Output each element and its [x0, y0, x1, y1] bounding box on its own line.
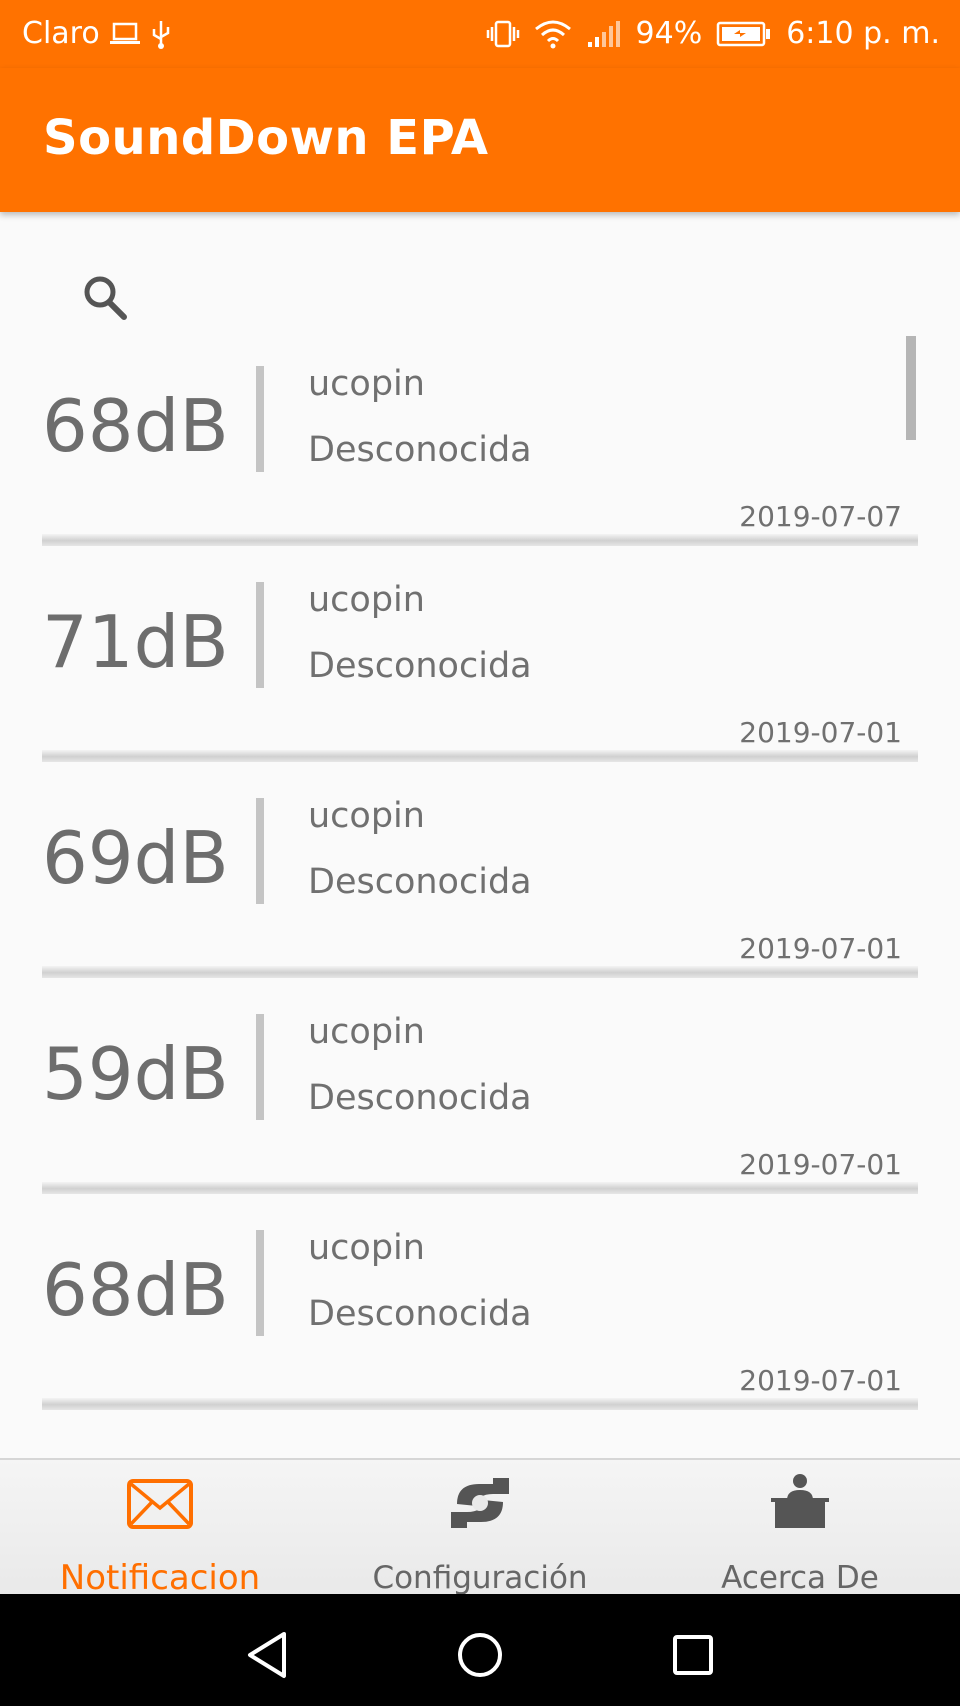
date: 2019-07-01 — [739, 1364, 902, 1397]
battery-charging-icon — [716, 21, 771, 46]
usb-icon — [152, 20, 169, 49]
list-item[interactable]: 59dB ucopin Desconocida 2019-07-01 — [42, 978, 918, 1194]
tab-acerca-de[interactable]: Acerca De — [640, 1460, 960, 1596]
search-icon — [84, 276, 127, 320]
date: 2019-07-01 — [739, 932, 902, 965]
bottom-navigation: Notificacion Configuración Acerca De — [0, 1458, 960, 1598]
list-item[interactable]: 69dB ucopin Desconocida 2019-07-01 — [42, 762, 918, 978]
divider — [256, 366, 264, 472]
divider — [256, 582, 264, 688]
search-button[interactable] — [78, 272, 134, 328]
wifi-icon — [534, 20, 571, 48]
status-bar: Claro 94% 6:10 p. m. — [0, 0, 960, 68]
laptop-icon — [109, 22, 140, 44]
divider — [256, 1014, 264, 1120]
tab-notificacion[interactable]: Notificacion — [0, 1460, 320, 1598]
decibel-level: 69dB — [42, 816, 229, 900]
tab-label: Acerca De — [721, 1560, 879, 1596]
row-separator — [42, 966, 918, 978]
app-title: SoundDown EPA — [43, 110, 489, 166]
location: Desconocida — [308, 646, 532, 686]
vibrate-icon — [486, 20, 519, 47]
location: Desconocida — [308, 430, 532, 470]
system-navigation-bar — [0, 1594, 960, 1706]
envelope-icon — [127, 1479, 193, 1529]
date: 2019-07-07 — [739, 500, 902, 533]
date: 2019-07-01 — [739, 716, 902, 749]
decibel-level: 68dB — [42, 384, 229, 468]
divider — [256, 1230, 264, 1336]
carrier-name: Claro — [22, 16, 100, 51]
tab-label: Notificacion — [59, 1558, 261, 1598]
list-item[interactable]: 68dB ucopin Desconocida 2019-07-01 — [42, 1194, 918, 1410]
signal-icon — [587, 20, 620, 47]
scrollbar-thumb[interactable] — [906, 336, 916, 440]
person-desk-icon — [771, 1474, 829, 1528]
row-separator — [42, 1398, 918, 1410]
decibel-level: 68dB — [42, 1248, 229, 1332]
user-name: ucopin — [308, 1012, 425, 1052]
date: 2019-07-01 — [739, 1148, 902, 1181]
row-separator — [42, 534, 918, 546]
location: Desconocida — [308, 1078, 532, 1118]
decibel-level: 59dB — [42, 1032, 229, 1116]
location: Desconocida — [308, 1294, 532, 1334]
recents-icon[interactable] — [672, 1634, 714, 1676]
home-icon[interactable] — [456, 1631, 504, 1679]
clock: 6:10 p. m. — [786, 16, 940, 51]
tab-label: Configuración — [372, 1560, 588, 1596]
app-bar: SoundDown EPA — [0, 68, 960, 212]
user-name: ucopin — [308, 1228, 425, 1268]
list-item[interactable]: 71dB ucopin Desconocida 2019-07-01 — [42, 546, 918, 762]
list-item[interactable]: 68dB ucopin Desconocida 2019-07-07 — [42, 330, 918, 546]
settings-icon — [451, 1478, 509, 1528]
location: Desconocida — [308, 862, 532, 902]
tab-configuracion[interactable]: Configuración — [320, 1460, 640, 1596]
back-icon[interactable] — [244, 1630, 290, 1680]
user-name: ucopin — [308, 580, 425, 620]
user-name: ucopin — [308, 364, 425, 404]
notification-list[interactable]: 68dB ucopin Desconocida 2019-07-07 71dB … — [42, 330, 918, 1410]
battery-percentage: 94% — [635, 16, 703, 51]
row-separator — [42, 750, 918, 762]
decibel-level: 71dB — [42, 600, 229, 684]
divider — [256, 798, 264, 904]
row-separator — [42, 1182, 918, 1194]
user-name: ucopin — [308, 796, 425, 836]
